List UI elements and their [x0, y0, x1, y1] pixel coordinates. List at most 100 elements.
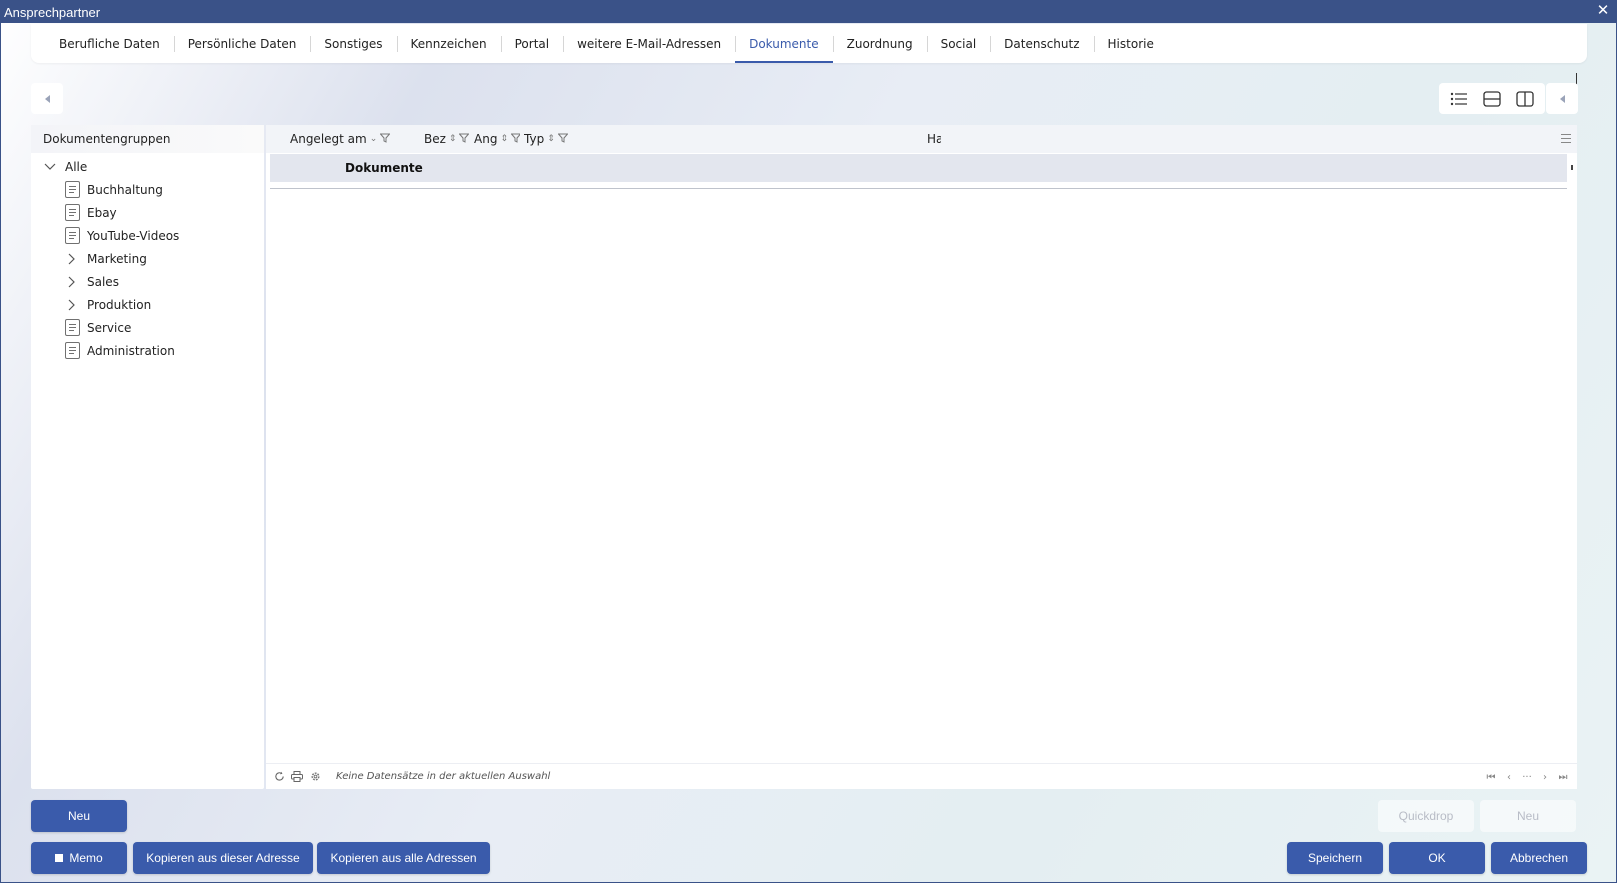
document-icon — [65, 181, 80, 198]
tree-item[interactable]: Administration — [31, 339, 264, 362]
row-divider — [270, 188, 1567, 189]
arrow-left-icon — [44, 94, 50, 103]
grid-column-header: Angelegt am ⌄ Bez ⇕ Ang ⇕ Typ ⇕ Ha — [266, 125, 1577, 153]
tree-item[interactable]: Ebay — [31, 201, 264, 224]
cancel-button[interactable]: Abbrechen — [1491, 842, 1587, 874]
chevron-right-icon[interactable] — [65, 298, 79, 312]
tab-persönliche-daten[interactable]: Persönliche Daten — [173, 24, 311, 63]
filter-icon[interactable] — [557, 133, 569, 146]
document-icon — [65, 227, 80, 244]
memo-label: Memo — [69, 851, 103, 865]
close-icon[interactable]: ✕ — [1595, 3, 1611, 19]
chevron-down-icon[interactable] — [43, 160, 57, 174]
next-page-icon[interactable]: › — [1539, 772, 1551, 783]
refresh-icon[interactable] — [272, 770, 286, 784]
documents-grid: Angelegt am ⌄ Bez ⇕ Ang ⇕ Typ ⇕ Ha Dokum… — [266, 125, 1577, 789]
quickdrop-button[interactable]: Quickdrop — [1378, 800, 1474, 832]
memo-button[interactable]: Memo — [31, 842, 127, 874]
document-icon — [65, 204, 80, 221]
tree-item-label: Ebay — [87, 205, 117, 220]
list-view-button[interactable] — [1448, 88, 1470, 110]
column-typ[interactable]: Typ ⇕ — [524, 125, 584, 153]
tree-item[interactable]: Marketing — [31, 247, 264, 270]
sort-desc-icon[interactable]: ⌄ — [370, 134, 378, 144]
first-page-icon[interactable]: ⏮ — [1485, 772, 1497, 783]
tab-datenschutz[interactable]: Datenschutz — [990, 24, 1093, 63]
document-groups-panel: Dokumentengruppen Alle Buchhaltung Ebay You… — [31, 125, 264, 789]
split-vertical-button[interactable] — [1514, 88, 1536, 110]
tab-weitere-e-mail-adressen[interactable]: weitere E-Mail-Adressen — [563, 24, 735, 63]
copy-from-all-addresses-button[interactable]: Kopieren aus alle Adressen — [317, 842, 490, 874]
split-horizontal-button[interactable] — [1481, 88, 1503, 110]
tree-item-label: Produktion — [87, 297, 152, 312]
tree-item[interactable]: Sales — [31, 270, 264, 293]
tree-item[interactable]: Buchhaltung — [31, 178, 264, 201]
tab-berufliche-daten[interactable]: Berufliche Daten — [45, 24, 174, 63]
page-ellipsis-icon[interactable]: ··· — [1521, 772, 1533, 783]
filter-icon[interactable] — [510, 133, 520, 146]
sort-icon[interactable]: ⇕ — [449, 134, 457, 144]
column-ha[interactable]: Ha — [927, 125, 941, 153]
column-menu-icon[interactable] — [1561, 134, 1571, 143]
tab-dokumente[interactable]: Dokumente — [735, 24, 833, 63]
tree-item-label: Administration — [87, 343, 175, 358]
column-label: Bez — [424, 132, 446, 146]
tree-item-label: Service — [87, 320, 132, 335]
last-page-icon[interactable]: ⏭ — [1557, 772, 1569, 783]
tree-item-label: Marketing — [87, 251, 147, 266]
tree-item-label: Alle — [65, 159, 88, 174]
grid-status-bar: Keine Datensätze in der aktuellen Auswah… — [266, 763, 1577, 789]
title-bar: Ansprechpartner ✕ — [1, 1, 1616, 23]
save-button[interactable]: Speichern — [1287, 842, 1383, 874]
chevron-right-icon[interactable] — [65, 275, 79, 289]
tree-item[interactable]: Service — [31, 316, 264, 339]
column-bez[interactable]: Bez ⇕ — [424, 125, 470, 153]
tab-bar: Berufliche Daten Persönliche Daten Sonstig… — [31, 24, 1587, 63]
print-icon[interactable] — [290, 770, 304, 784]
sort-icon[interactable]: ⇕ — [547, 134, 555, 144]
tab-historie[interactable]: Historie — [1093, 24, 1168, 63]
tab-sonstiges[interactable]: Sonstiges — [310, 24, 396, 63]
gear-icon[interactable] — [308, 770, 322, 784]
status-message: Keine Datensätze in der aktuellen Auswah… — [336, 771, 551, 782]
copy-from-this-address-button[interactable]: Kopieren aus dieser Adresse — [133, 842, 313, 874]
filter-icon[interactable] — [458, 133, 470, 146]
chevron-right-icon[interactable] — [65, 252, 79, 266]
tree-item[interactable]: Alle — [31, 155, 264, 178]
filter-icon[interactable] — [379, 133, 390, 146]
new-button[interactable]: Neu — [31, 800, 127, 832]
group-label: Dokumente — [345, 161, 423, 175]
collapse-right-button[interactable] — [1546, 83, 1578, 114]
scrollbar[interactable] — [1571, 165, 1573, 170]
view-toolbar — [1439, 83, 1545, 114]
column-label: Typ — [524, 132, 545, 146]
ok-button[interactable]: OK — [1389, 842, 1485, 874]
tree-item-label: YouTube-Videos — [87, 228, 180, 243]
sort-icon[interactable]: ⇕ — [500, 134, 508, 144]
list-icon — [1451, 92, 1468, 105]
tab-social[interactable]: Social — [926, 24, 991, 63]
document-icon — [65, 319, 80, 336]
arrow-left-icon — [1559, 94, 1565, 103]
tree-item[interactable]: Produktion — [31, 293, 264, 316]
column-label: Ang — [474, 132, 498, 146]
split-vertical-icon — [1515, 90, 1534, 107]
dialog-window: Ansprechpartner ✕ Berufliche Daten Persön… — [0, 0, 1617, 883]
tree-item-label: Buchhaltung — [87, 182, 163, 197]
column-ang[interactable]: Ang ⇕ — [474, 125, 520, 153]
tree-item[interactable]: YouTube-Videos — [31, 224, 264, 247]
tab-portal[interactable]: Portal — [500, 24, 563, 63]
window-title: Ansprechpartner — [4, 4, 101, 20]
tab-zuordnung[interactable]: Zuordnung — [832, 24, 927, 63]
prev-page-icon[interactable]: ‹ — [1503, 772, 1515, 783]
column-label: Angelegt am — [290, 132, 367, 146]
column-angelegt-am[interactable]: Angelegt am ⌄ — [290, 125, 390, 153]
panel-title: Dokumentengruppen — [31, 125, 264, 153]
group-row-dokumente[interactable]: Dokumente — [270, 154, 1567, 182]
collapse-left-button[interactable] — [31, 83, 63, 114]
document-icon — [65, 342, 80, 359]
tree-item-label: Sales — [87, 274, 119, 289]
document-group-tree: Alle Buchhaltung Ebay YouTube-Videos Marketi… — [31, 153, 264, 362]
tab-kennzeichen[interactable]: Kennzeichen — [396, 24, 501, 63]
new-right-button[interactable]: Neu — [1480, 800, 1576, 832]
